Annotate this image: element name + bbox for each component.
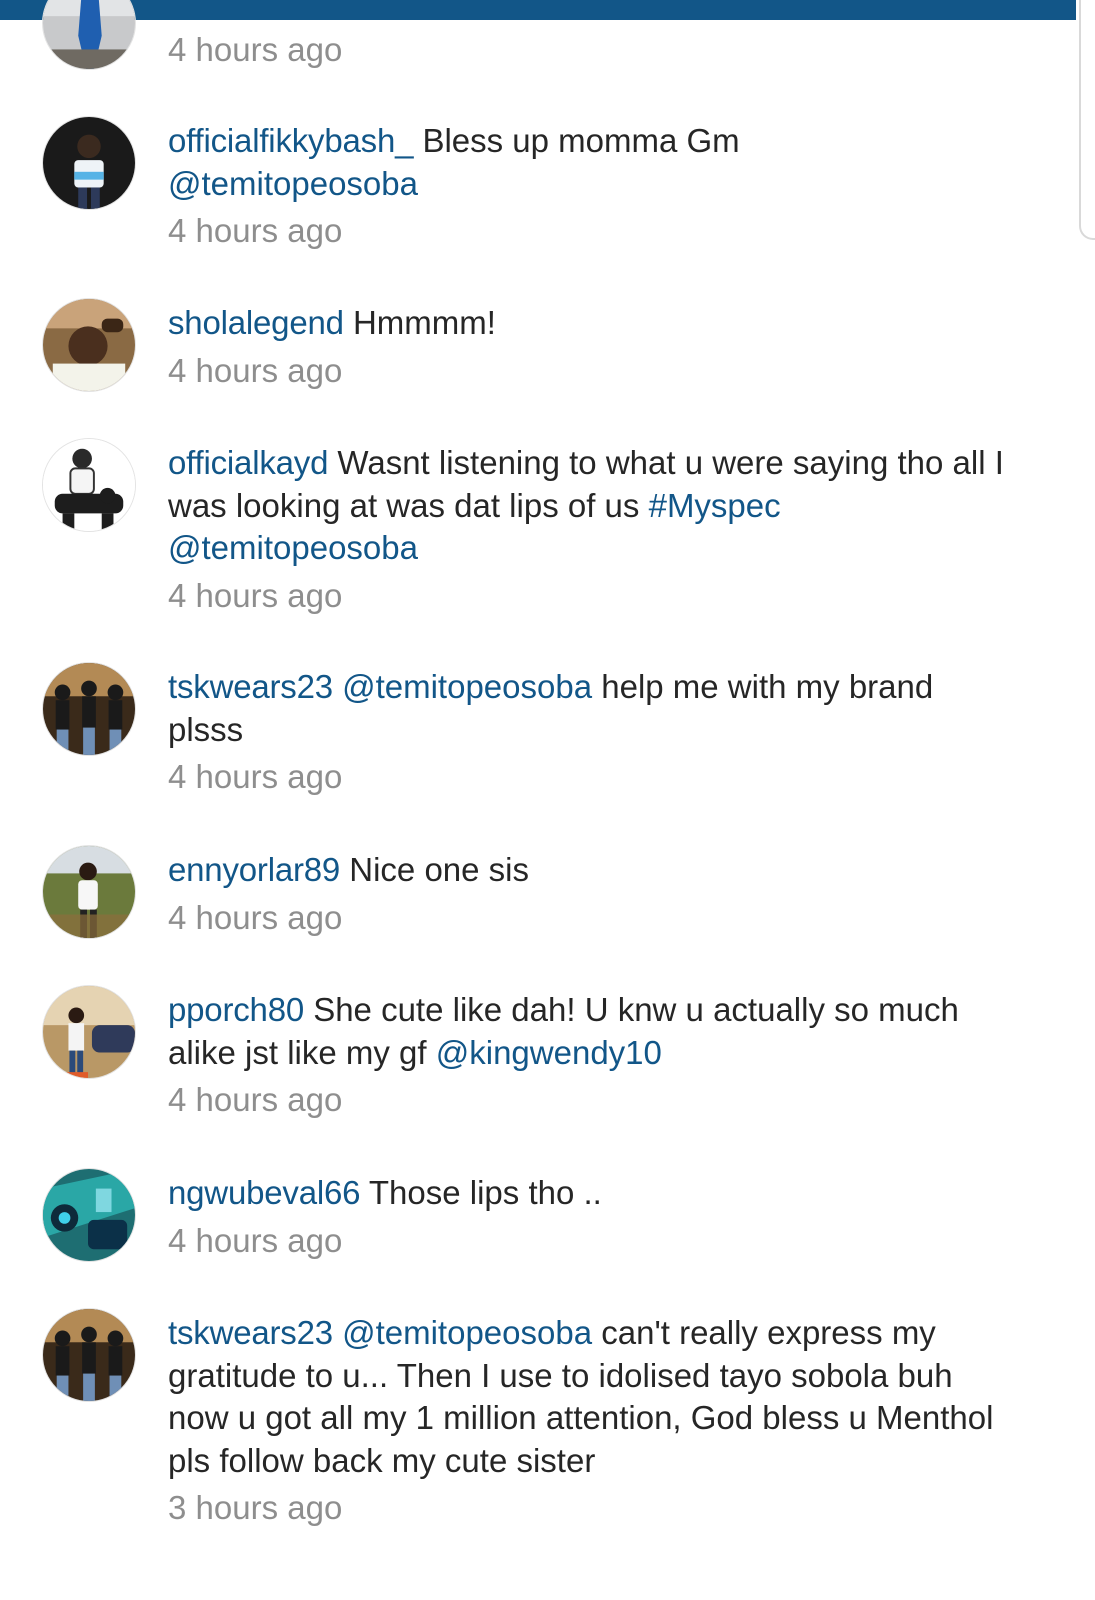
comment-username[interactable]: tskwears23	[168, 668, 333, 705]
user-avatar[interactable]	[42, 0, 136, 70]
comment-body: Hmmmm!	[352, 304, 496, 341]
top-app-bar	[0, 0, 1076, 20]
comment-text: officialkayd Wasnt listening to what u w…	[168, 442, 1008, 570]
user-avatar[interactable]	[42, 985, 136, 1079]
comment-timestamp: 3 hours ago	[168, 1489, 343, 1526]
comment-timestamp: 4 hours ago	[168, 758, 343, 795]
comment-timestamp: 4 hours ago	[168, 212, 343, 249]
comment-timestamp: 4 hours ago	[168, 1221, 343, 1259]
comment-body: Those lips tho ..	[368, 1174, 602, 1211]
comment-text: tskwears23 @temitopeosoba can't really e…	[168, 1312, 1008, 1482]
comment-body: Nice one sis	[349, 851, 530, 888]
hashtag-link[interactable]: #Myspec	[649, 487, 781, 524]
comment-text: ngwubeval66 Those lips tho ..	[168, 1172, 1008, 1215]
comment-username[interactable]: officialkayd	[168, 444, 328, 481]
comment-text: pporch80 She cute like dah! U knw u actu…	[168, 989, 1008, 1074]
mention-link[interactable]: @temitopeosoba	[168, 529, 418, 566]
scroll-indicator[interactable]	[1079, 0, 1095, 240]
user-avatar[interactable]	[42, 298, 136, 392]
user-avatar[interactable]	[42, 662, 136, 756]
comment-timestamp: 4 hours ago	[168, 898, 343, 936]
user-avatar[interactable]	[42, 438, 136, 532]
comment-timestamp: 4 hours ago	[168, 1081, 343, 1118]
comment-timestamp: 4 hours ago	[168, 31, 343, 68]
user-avatar[interactable]	[42, 1168, 136, 1262]
user-avatar[interactable]	[42, 116, 136, 210]
comment-text: ennyorlar89 Nice one sis	[168, 849, 1008, 892]
mention-link[interactable]: @temitopeosoba	[342, 1314, 592, 1351]
comment-username[interactable]: officialfikkybash_	[168, 122, 413, 159]
comment-body: Bless up momma Gm	[422, 122, 740, 159]
comment-timestamp: 4 hours ago	[168, 576, 343, 614]
comment-text: tskwears23 @temitopeosoba help me with m…	[168, 666, 1008, 751]
comment-text: officialfikkybash_ Bless up momma Gm @tem…	[168, 120, 1008, 205]
comment-username[interactable]: ngwubeval66	[168, 1174, 360, 1211]
comment-username[interactable]: ennyorlar89	[168, 851, 340, 888]
mention-link[interactable]: @temitopeosoba	[342, 668, 592, 705]
comment-username[interactable]: pporch80	[168, 991, 304, 1028]
user-avatar[interactable]	[42, 845, 136, 939]
comment-text: sholalegend Hmmmm!	[168, 302, 1008, 345]
mention-link[interactable]: @temitopeosoba	[168, 165, 418, 202]
comment-timestamp: 4 hours ago	[168, 351, 343, 389]
user-avatar[interactable]	[42, 1308, 136, 1402]
comment-username[interactable]: tskwears23	[168, 1314, 333, 1351]
mention-link[interactable]: @kingwendy10	[436, 1034, 662, 1071]
comment-username[interactable]: sholalegend	[168, 304, 344, 341]
